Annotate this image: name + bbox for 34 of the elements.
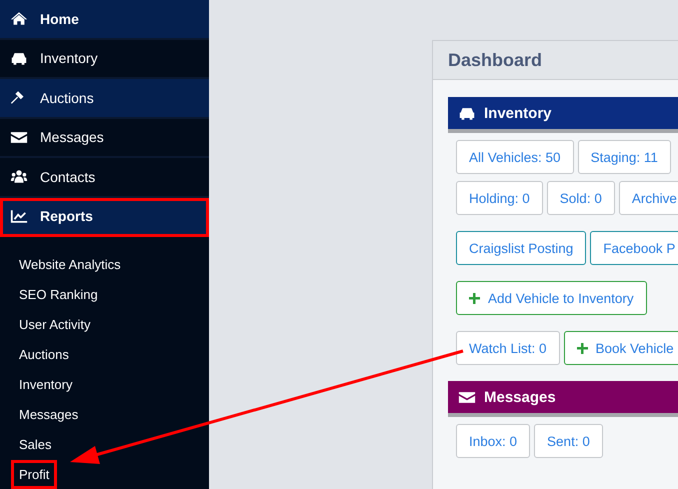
submenu-item[interactable]: Website Analytics: [14, 252, 126, 276]
submenu-item[interactable]: Auctions: [14, 342, 74, 366]
section-title: Messages: [484, 388, 556, 406]
dashboard-button[interactable]: Sent: 0: [534, 424, 603, 458]
dashboard-button[interactable]: Inbox: 0: [456, 424, 530, 458]
dashboard-title: Dashboard: [448, 50, 542, 70]
submenu-item[interactable]: SEO Ranking: [14, 282, 103, 306]
users-icon: [10, 169, 28, 184]
nav-item[interactable]: Home: [0, 0, 209, 40]
submenu-item[interactable]: Profit: [14, 462, 54, 486]
envelope-icon: [458, 390, 476, 404]
submenu-item[interactable]: Sales: [14, 432, 57, 456]
dashboard-button[interactable]: Craigslist Posting: [456, 231, 586, 265]
nav-item[interactable]: Messages: [0, 118, 209, 158]
dashboard-button[interactable]: All Vehicles: 50: [456, 140, 574, 174]
dashboard-button[interactable]: Facebook P: [590, 231, 678, 265]
envelope-icon: [10, 130, 28, 145]
submenu-item[interactable]: User Activity: [14, 312, 96, 336]
dashboard-button[interactable]: Sold: 0: [546, 181, 615, 215]
car-icon: [10, 50, 28, 66]
chart-icon: [10, 208, 28, 224]
dashboard-button[interactable]: Archive: [618, 181, 678, 215]
dashboard-button[interactable]: Staging: 11: [578, 140, 671, 174]
nav-item[interactable]: Auctions: [0, 79, 209, 118]
home-icon: [10, 11, 28, 26]
dashboard-button[interactable]: Holding: 0: [456, 181, 543, 215]
dashboard-button[interactable]: Book Vehicle: [564, 331, 678, 365]
submenu-item[interactable]: Inventory: [14, 372, 78, 396]
car-icon: [458, 106, 476, 120]
submenu-item[interactable]: Messages: [14, 402, 84, 426]
nav-item[interactable]: Reports: [0, 198, 209, 237]
dashboard-button[interactable]: Watch List: 0: [456, 331, 560, 365]
dashboard-button[interactable]: Add Vehicle to Inventory: [456, 281, 647, 315]
section-title: Inventory: [484, 104, 552, 122]
